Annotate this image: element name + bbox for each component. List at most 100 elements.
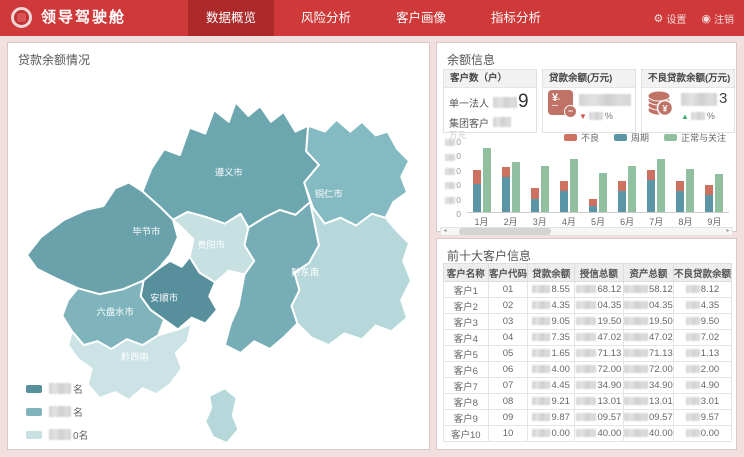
bar-segment-cycle	[473, 184, 481, 212]
table-cell: 客户10	[444, 426, 489, 442]
redacted-value	[624, 413, 648, 421]
table-cell: 客户4	[444, 330, 489, 346]
bar-segment-cycle	[676, 191, 684, 212]
trend-suffix: %	[707, 111, 715, 121]
table-panel-title: 前十大客户信息	[437, 239, 736, 264]
table-cell: 13.01	[623, 394, 673, 410]
redacted-value	[49, 406, 71, 417]
scrollbar-thumb[interactable]	[459, 228, 551, 235]
bar-group-3月	[531, 141, 549, 212]
table-cell: 客户5	[444, 346, 489, 362]
legend-swatch	[614, 134, 627, 141]
bar-segment-npl	[647, 170, 655, 180]
table-row: 客户6064.0072.0072.002.00	[444, 362, 732, 378]
top10-customers-panel: 前十大客户信息 客户名称 客户代码 贷款余额 授信总额 资产总额 不良贷款余额 …	[436, 238, 737, 450]
table-cell: 02	[488, 298, 528, 314]
map-region-south-tail[interactable]	[205, 388, 238, 443]
y-tick-label: 0	[445, 166, 461, 176]
bar-normal	[599, 173, 607, 212]
redacted-value	[532, 301, 550, 309]
stacked-bar	[676, 181, 684, 212]
bar-segment-cycle	[531, 199, 539, 212]
table-cell: 客户1	[444, 282, 489, 298]
table-header-row: 客户名称 客户代码 贷款余额 授信总额 资产总额 不良贷款余额	[444, 264, 732, 282]
gear-icon: ⚙	[654, 12, 664, 25]
redacted-value	[691, 112, 705, 120]
bar-normal	[512, 162, 520, 212]
map-legend-item: 0名	[26, 423, 89, 446]
bar-segment-cycle	[502, 177, 510, 212]
y-tick-label: 0	[445, 137, 461, 147]
redacted-value	[576, 365, 596, 373]
table-cell: 01	[488, 282, 528, 298]
map-legend-item: 名	[26, 400, 89, 423]
table-cell: 9.50	[673, 314, 731, 330]
stacked-bar	[647, 170, 655, 212]
bar-group-4月	[560, 141, 578, 212]
nav-tab-3[interactable]: 客户画像	[378, 0, 464, 36]
logout-button[interactable]: ◉ 注销	[701, 11, 734, 26]
table-cell: 客户6	[444, 362, 489, 378]
bar-segment-npl	[560, 181, 568, 191]
bar-normal	[657, 159, 665, 212]
redacted-value	[686, 381, 700, 389]
redacted-value	[493, 117, 511, 127]
table-cell: 8.12	[673, 282, 731, 298]
yen-card-minus-icon: ¥-— −	[548, 90, 573, 115]
scroll-left-arrow[interactable]: ◂	[441, 228, 449, 235]
table-row: 客户1018.5568.1258.128.12	[444, 282, 732, 298]
redacted-value	[532, 381, 550, 389]
redacted-value	[686, 301, 700, 309]
table-cell: 06	[488, 362, 528, 378]
nav-tab-2[interactable]: 风险分析	[283, 0, 369, 36]
redacted-value	[576, 285, 596, 293]
legend-swatch	[564, 134, 577, 141]
stacked-bar	[589, 199, 597, 212]
redacted-value	[624, 285, 648, 293]
bar-group-9月	[705, 141, 723, 212]
table-cell: 客户8	[444, 394, 489, 410]
table-row: 客户2024.3504.3504.354.35	[444, 298, 732, 314]
table-cell: 7.02	[673, 330, 731, 346]
map-region-zunyi[interactable]	[143, 102, 319, 227]
nav-tab-4[interactable]: 指标分析	[473, 0, 559, 36]
table-cell: 4.45	[528, 378, 575, 394]
table-cell: 40.00	[574, 426, 623, 442]
bar-segment-npl	[473, 170, 481, 184]
table-cell: 3.01	[673, 394, 731, 410]
table-cell: 04	[488, 330, 528, 346]
settings-button[interactable]: ⚙ 设置	[654, 11, 687, 26]
table-cell: 客户3	[444, 314, 489, 330]
nav-tab-1[interactable]: 数据概览	[188, 0, 274, 36]
redacted-value	[686, 397, 700, 405]
loan-balance-map-panel: 贷款余额情况 遵义市 铜仁市 毕节市 贵阳市 六盘水市 安顺市 黔南 黔东南 黔…	[7, 42, 430, 450]
redacted-value	[579, 94, 631, 106]
map-region-tongren[interactable]	[304, 120, 409, 226]
chart-horizontal-scrollbar[interactable]: ◂ ▸	[440, 227, 733, 236]
redacted-value	[686, 333, 700, 341]
table-cell: 72.00	[574, 362, 623, 378]
stat-cards: 客户数（户） 单一法人 9 集团客户 贷款余额(万元) ¥-— −	[443, 69, 735, 133]
npl-trend: ▲ %	[681, 111, 727, 121]
legend-label-suffix: 名	[73, 381, 83, 396]
map-label: 黔南	[216, 304, 235, 315]
bar-group-8月	[676, 141, 694, 212]
stat-card-customer-count: 客户数（户） 单一法人 9 集团客户	[443, 69, 537, 133]
y-axis: 000000	[437, 141, 465, 213]
monthly-loan-bar-chart	[467, 141, 729, 213]
redacted-value	[686, 349, 700, 357]
table-row: 客户3039.0519.5019.509.50	[444, 314, 732, 330]
table-cell: 10	[488, 426, 528, 442]
bar-normal	[628, 166, 636, 212]
logout-icon: ◉	[701, 12, 711, 25]
trend-suffix: %	[605, 111, 613, 121]
redacted-value	[49, 429, 71, 440]
col-customer-code: 客户代码	[488, 264, 528, 282]
bar-segment-npl	[705, 185, 713, 194]
redacted-value	[445, 197, 455, 204]
table-cell: 4.90	[673, 378, 731, 394]
redacted-value	[686, 285, 700, 293]
scroll-right-arrow[interactable]: ▸	[724, 228, 732, 235]
table-cell: 71.13	[623, 346, 673, 362]
loan-balance-trend: ▼ %	[579, 111, 631, 121]
